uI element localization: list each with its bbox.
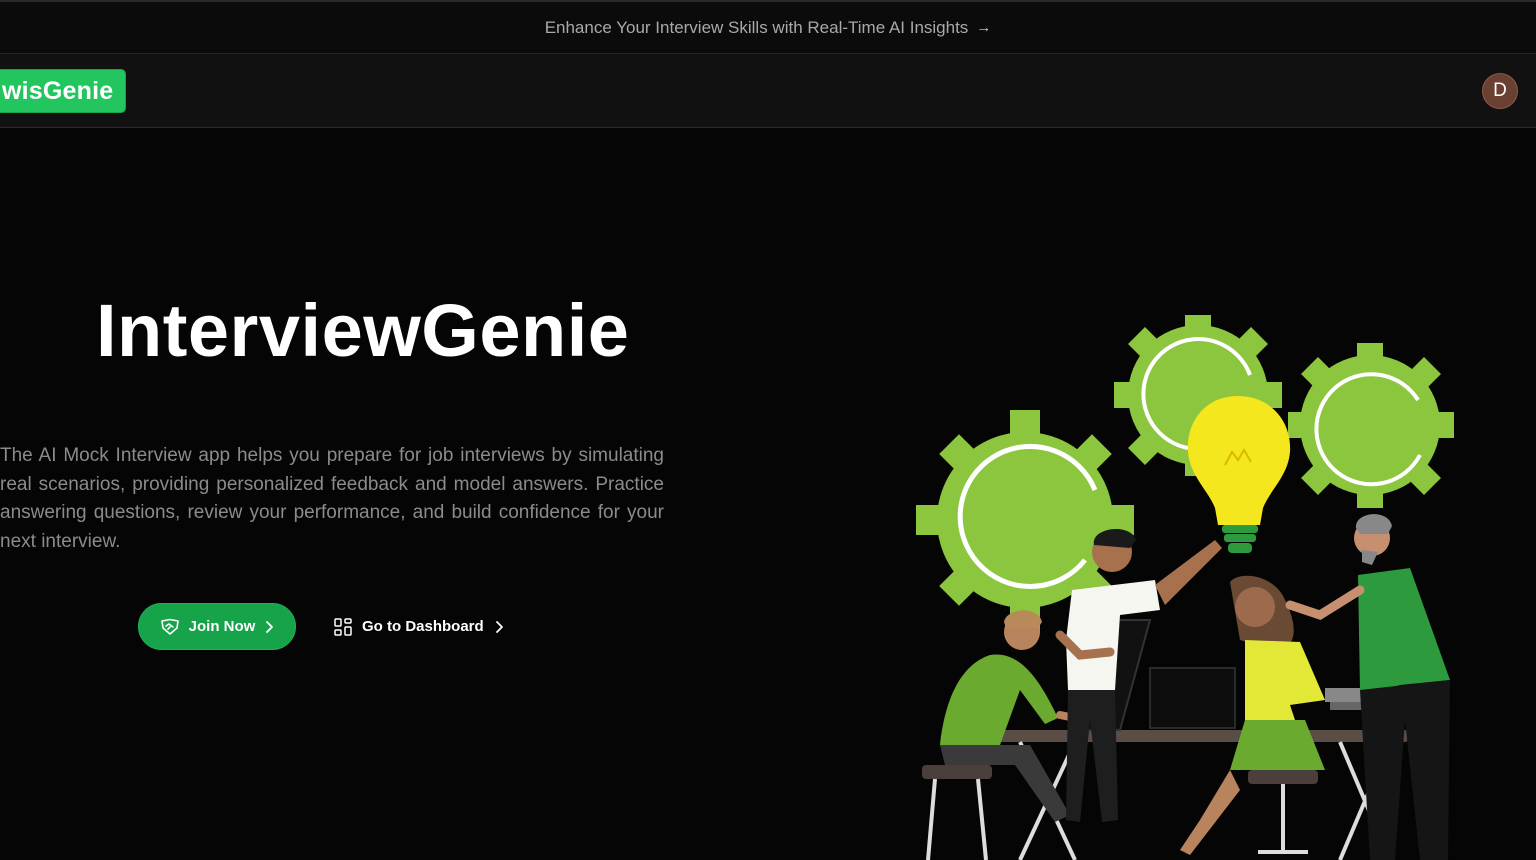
navbar: wisGenie: [0, 54, 1536, 128]
dashboard-grid-icon: [334, 617, 352, 636]
hero-title: InterviewGenie: [96, 289, 630, 372]
announcement-bar: Enhance Your Interview Skills with Real-…: [0, 0, 1536, 54]
announcement-link[interactable]: Enhance Your Interview Skills with Real-…: [545, 18, 992, 38]
announcement-text: Enhance Your Interview Skills with Real-…: [544, 17, 969, 37]
handshake-icon: [160, 618, 180, 636]
go-to-dashboard-button[interactable]: Go to Dashboard: [334, 603, 504, 650]
chevron-right-icon: [264, 620, 274, 634]
avatar-initial: D: [1493, 80, 1507, 101]
go-to-dashboard-label: Go to Dashboard: [362, 618, 484, 635]
logo[interactable]: wisGenie: [0, 70, 126, 112]
hero-description: The AI Mock Interview app helps you prep…: [0, 445, 664, 552]
team-brainstorm-illustration: [916, 315, 1454, 860]
join-now-label: Join Now: [188, 618, 256, 635]
gear-icon: [1288, 343, 1454, 508]
chevron-right-icon: [494, 620, 504, 634]
join-now-button[interactable]: Join Now: [138, 603, 296, 650]
avatar[interactable]: D: [1482, 73, 1518, 109]
logo-text: wisGenie: [2, 76, 114, 105]
arrow-right-icon: →: [976, 19, 992, 36]
lightbulb-icon: [1187, 396, 1291, 553]
